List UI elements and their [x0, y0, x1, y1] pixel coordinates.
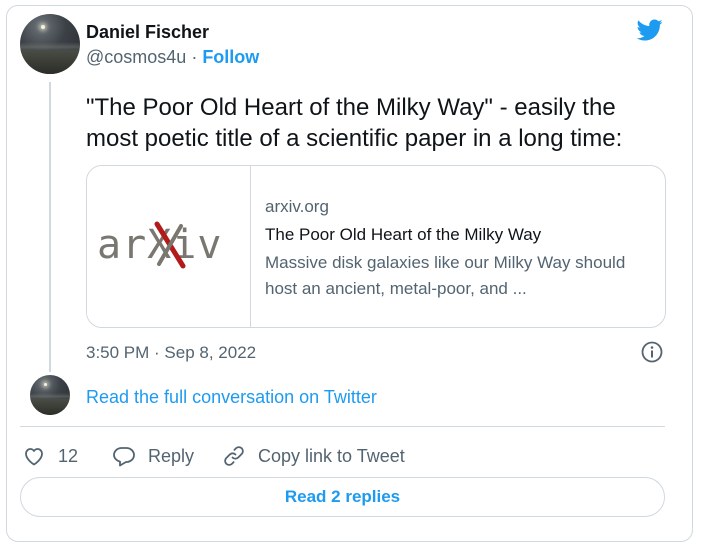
- conversation-avatar[interactable]: [30, 375, 70, 415]
- thread-connector-line: [49, 82, 51, 372]
- link-domain: arxiv.org: [265, 197, 329, 216]
- tweet-timestamp[interactable]: 3:50 PM · Sep 8, 2022: [86, 343, 256, 363]
- author-avatar[interactable]: [20, 14, 80, 74]
- copy-link-label: Copy link to Tweet: [258, 445, 405, 466]
- speech-bubble-icon: [113, 447, 135, 467]
- link-description: Massive disk galaxies like our Milky Way…: [265, 253, 626, 298]
- follow-button[interactable]: Follow: [202, 47, 259, 67]
- actions-divider: [20, 426, 665, 427]
- copy-link-button[interactable]: Copy link to Tweet: [222, 442, 405, 470]
- author-handle[interactable]: @cosmos4u: [86, 47, 186, 67]
- heart-icon: [25, 448, 43, 466]
- author-name[interactable]: Daniel Fischer: [86, 22, 209, 43]
- read-full-conversation-link[interactable]: Read the full conversation on Twitter: [86, 387, 377, 408]
- reply-label: Reply: [148, 445, 195, 466]
- tweet-text: "The Poor Old Heart of the Milky Way" - …: [86, 94, 623, 152]
- read-replies-button[interactable]: Read 2 replies: [20, 477, 665, 517]
- link-thumbnail: arXiv: [87, 166, 251, 327]
- link-icon: [224, 446, 244, 466]
- reply-button[interactable]: Reply: [112, 442, 194, 470]
- link-title: The Poor Old Heart of the Milky Way: [265, 225, 542, 244]
- like-count: 12: [58, 445, 79, 466]
- arxiv-logo: arXiv: [97, 221, 221, 269]
- link-preview-body: arxiv.org The Poor Old Heart of the Milk…: [265, 196, 655, 302]
- link-preview-card[interactable]: arXiv arxiv.org The Poor Old Heart of th…: [86, 165, 666, 328]
- separator-dot: ·: [186, 47, 203, 67]
- like-button[interactable]: 12: [22, 442, 78, 470]
- info-icon[interactable]: [640, 340, 664, 364]
- twitter-bird-icon[interactable]: [635, 17, 665, 43]
- author-handle-line: @cosmos4u · Follow: [86, 47, 259, 68]
